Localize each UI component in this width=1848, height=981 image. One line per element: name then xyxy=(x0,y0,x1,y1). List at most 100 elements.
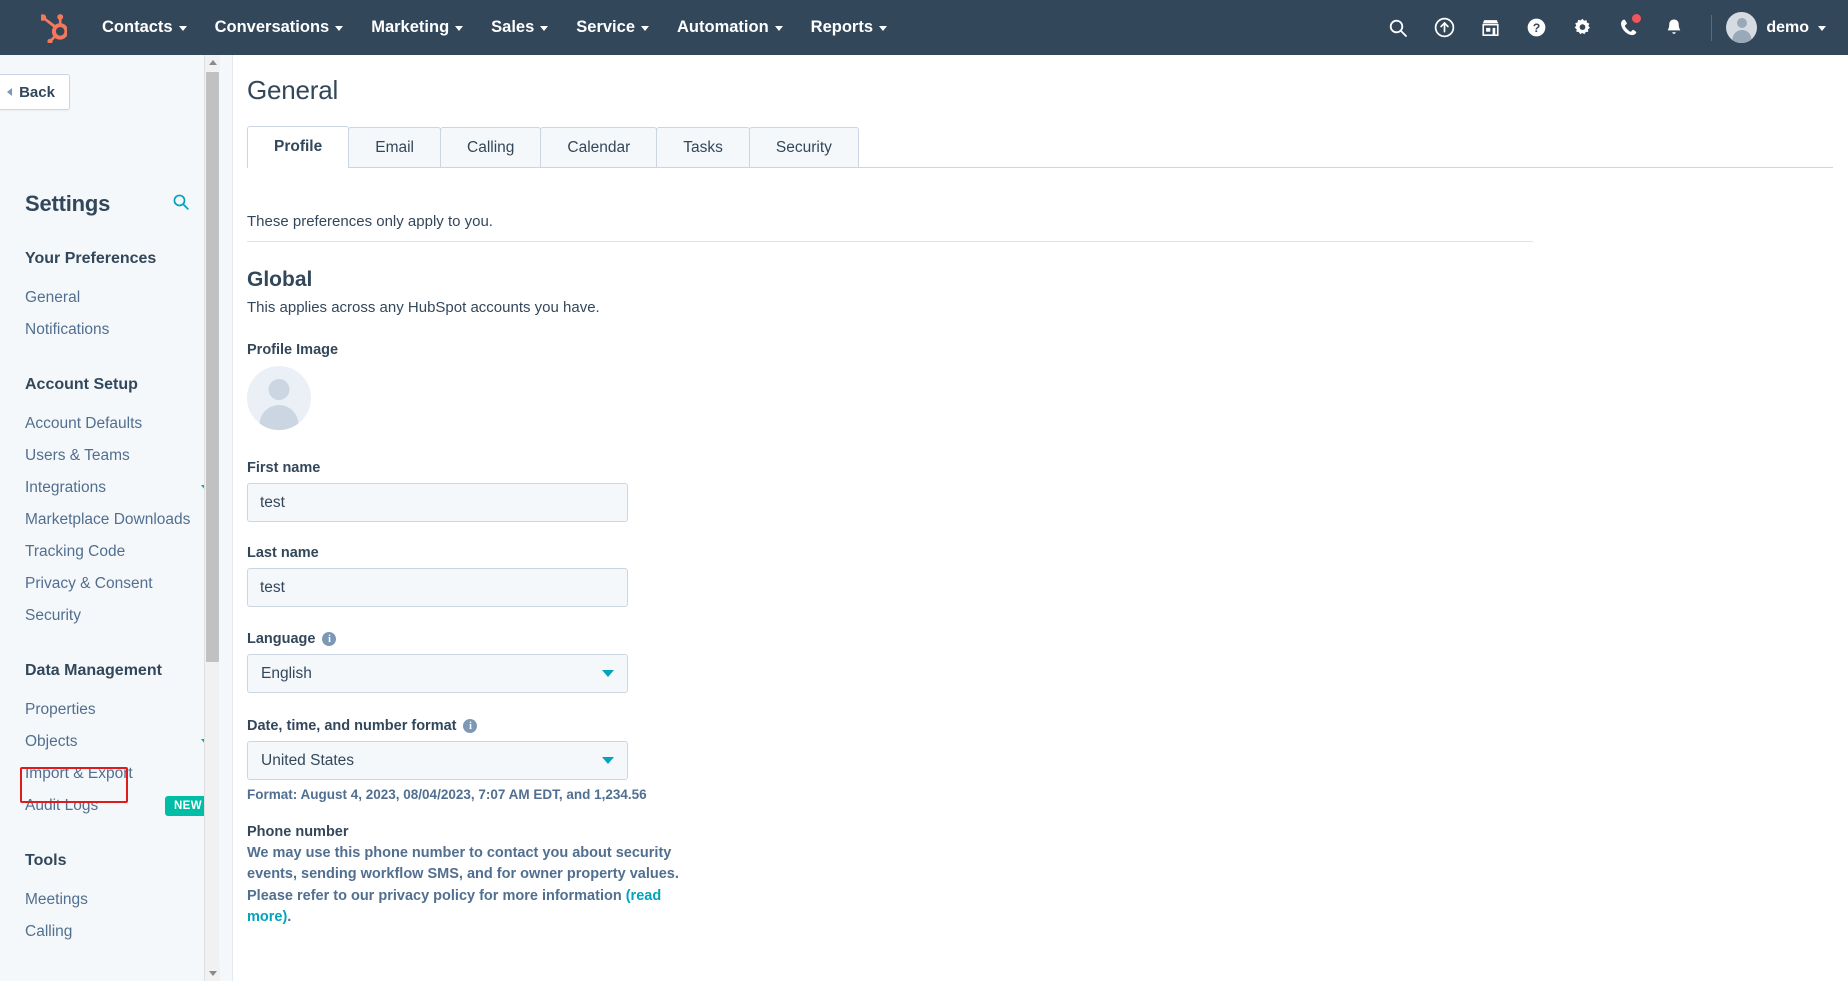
sidebar-item-label: Marketplace Downloads xyxy=(25,511,191,528)
sidebar-item-label: Properties xyxy=(25,701,96,718)
sidebar-item-security[interactable]: Security xyxy=(0,600,232,632)
nav-item-label: Sales xyxy=(491,18,535,36)
info-icon[interactable]: i xyxy=(463,719,478,733)
scrollbar-thumb[interactable] xyxy=(206,72,219,662)
tab-security[interactable]: Security xyxy=(748,127,859,167)
tab-calendar[interactable]: Calendar xyxy=(540,127,658,167)
nav-item-marketing[interactable]: Marketing xyxy=(357,10,477,45)
sidebar-item-import-and-export[interactable]: Import & Export xyxy=(0,758,232,790)
top-navigation-bar: Contacts Conversations Marketing Sales S… xyxy=(0,0,1848,55)
last-name-input[interactable] xyxy=(247,568,628,607)
sidebar-item-integrations[interactable]: Integrations xyxy=(0,472,232,504)
sidebar-item-meetings[interactable]: Meetings xyxy=(0,884,232,916)
search-button[interactable] xyxy=(1375,0,1421,55)
info-icon[interactable]: i xyxy=(322,632,337,646)
nav-item-label: Conversations xyxy=(214,18,330,36)
phone-description-text: We may use this phone number to contact … xyxy=(247,845,679,904)
sidebar-item-objects[interactable]: Objects xyxy=(0,726,232,758)
language-label: Language i xyxy=(247,631,628,647)
sidebar-item-notifications[interactable]: Notifications xyxy=(0,314,232,346)
upgrade-button[interactable] xyxy=(1421,0,1467,55)
first-name-input[interactable] xyxy=(247,483,628,522)
sidebar-group-data-management: Data Management Properties Objects Impor… xyxy=(0,662,232,822)
section-title-global: Global xyxy=(247,268,313,291)
tab-email[interactable]: Email xyxy=(348,127,441,167)
tab-label: Tasks xyxy=(683,138,723,156)
sidebar-group-tools: Tools Meetings Calling xyxy=(0,852,232,948)
tab-calling[interactable]: Calling xyxy=(440,127,542,167)
sidebar-item-account-defaults[interactable]: Account Defaults xyxy=(0,408,232,440)
chevron-down-icon xyxy=(641,26,649,31)
phone-number-field-group: Phone number We may use this phone numbe… xyxy=(247,824,697,929)
sidebar-item-general[interactable]: General xyxy=(0,282,232,314)
back-button[interactable]: Back xyxy=(0,74,70,110)
chevron-down-icon xyxy=(602,670,614,677)
sidebar-item-label: Meetings xyxy=(25,891,88,908)
scroll-down-button[interactable] xyxy=(205,966,220,981)
date-format-select[interactable]: United States xyxy=(247,741,628,780)
chevron-down-icon xyxy=(178,26,187,31)
profile-image-avatar[interactable] xyxy=(247,366,311,430)
hubspot-sprocket-logo[interactable] xyxy=(26,13,82,43)
language-selected-value: English xyxy=(261,664,312,682)
help-button[interactable]: ? xyxy=(1513,0,1559,55)
calling-button[interactable] xyxy=(1605,0,1651,55)
chevron-down-icon xyxy=(540,26,549,31)
notifications-button[interactable] xyxy=(1651,0,1697,55)
sidebar-item-calling[interactable]: Calling xyxy=(0,916,232,948)
sidebar-item-marketplace-downloads[interactable]: Marketplace Downloads xyxy=(0,504,232,536)
settings-button[interactable] xyxy=(1559,0,1605,55)
sidebar-item-properties[interactable]: Properties xyxy=(0,694,232,726)
search-icon xyxy=(1390,19,1408,37)
nav-item-reports[interactable]: Reports xyxy=(797,10,901,45)
tab-label: Security xyxy=(775,138,832,156)
svg-text:?: ? xyxy=(1533,21,1541,35)
sidebar-item-audit-logs[interactable]: Audit Logs NEW xyxy=(0,790,232,822)
nav-item-label: Marketing xyxy=(371,18,450,36)
avatar xyxy=(1726,12,1758,43)
nav-item-contacts[interactable]: Contacts xyxy=(88,10,201,45)
chevron-down-icon xyxy=(335,26,344,31)
phone-number-label: Phone number xyxy=(247,824,349,840)
chevron-down-icon xyxy=(774,26,783,31)
scroll-up-button[interactable] xyxy=(205,55,220,70)
sidebar-item-label: Notifications xyxy=(25,321,110,338)
marketplace-button[interactable] xyxy=(1467,0,1513,55)
last-name-label: Last name xyxy=(247,545,319,561)
date-format-selected-value: United States xyxy=(261,751,355,769)
nav-item-sales[interactable]: Sales xyxy=(477,10,562,45)
sidebar-item-label: Users & Teams xyxy=(25,447,130,464)
nav-item-automation[interactable]: Automation xyxy=(663,10,797,45)
sidebar-group-account-setup: Account Setup Account Defaults Users & T… xyxy=(0,376,232,632)
tab-profile[interactable]: Profile xyxy=(247,126,350,168)
help-icon: ? xyxy=(1527,18,1546,37)
sidebar-header: Settings xyxy=(25,191,190,217)
settings-gear-icon xyxy=(1574,18,1590,35)
hubspot-sprocket-icon xyxy=(41,13,67,43)
user-menu[interactable]: demo xyxy=(1726,12,1830,43)
sidebar-item-tracking-code[interactable]: Tracking Code xyxy=(0,536,232,568)
tab-tasks[interactable]: Tasks xyxy=(656,127,750,167)
sidebar-item-users-and-teams[interactable]: Users & Teams xyxy=(0,440,232,472)
sidebar-item-label: Account Defaults xyxy=(25,415,143,432)
sidebar-group-title: Account Setup xyxy=(25,376,138,393)
phone-description-period: . xyxy=(287,909,292,926)
nav-item-conversations[interactable]: Conversations xyxy=(201,10,358,45)
nav-divider xyxy=(1711,14,1713,41)
sidebar-scrollbar[interactable] xyxy=(204,55,220,981)
language-select[interactable]: English xyxy=(247,654,628,693)
nav-item-service[interactable]: Service xyxy=(562,10,663,45)
section-subtitle: This applies across any HubSpot accounts… xyxy=(247,299,600,316)
tab-description: These preferences only apply to you. xyxy=(247,213,493,230)
top-nav-right-actions: ? demo xyxy=(1375,0,1848,55)
sidebar-item-privacy-and-consent[interactable]: Privacy & Consent xyxy=(0,568,232,600)
nav-item-label: Reports xyxy=(810,18,873,36)
back-button-label: Back xyxy=(19,83,55,101)
language-field-group: Language i English xyxy=(247,631,628,693)
section-divider xyxy=(247,241,1533,242)
sidebar-group-title: Data Management xyxy=(25,662,162,679)
sidebar-nav-scroll: Your Preferences General Notifications A… xyxy=(0,250,232,981)
marketplace-icon xyxy=(1482,20,1499,36)
notifications-bell-icon xyxy=(1668,19,1681,34)
sidebar-search-button[interactable] xyxy=(172,193,190,216)
